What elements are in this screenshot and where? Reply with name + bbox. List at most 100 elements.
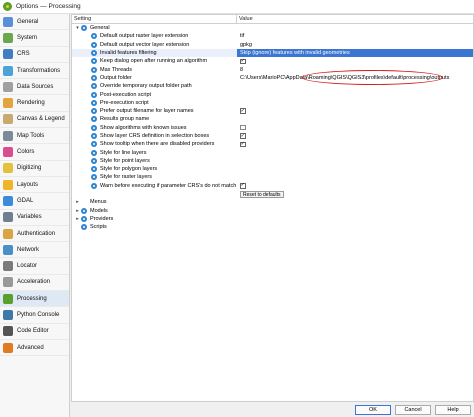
value-checkbox[interactable]: ✓: [240, 142, 246, 148]
sidebar-item-label: System: [17, 34, 38, 41]
setting-value[interactable]: C:\Users\MarioPC\AppData\Roaming\QGIS\QG…: [240, 75, 449, 81]
value-cell[interactable]: [237, 173, 473, 181]
expand-arrow-icon[interactable]: ▾: [75, 25, 80, 31]
setting-row[interactable]: Style for point layers: [72, 157, 473, 165]
setting-row[interactable]: ▸ Menus: [72, 198, 473, 206]
value-checkbox[interactable]: ✓: [240, 108, 246, 114]
value-cell[interactable]: Skip (ignore) features with invalid geom…: [237, 48, 473, 58]
setting-row[interactable]: Warn before executing if parameter CRS's…: [72, 182, 473, 190]
cancel-button[interactable]: Cancel: [395, 404, 431, 415]
setting-value[interactable]: gpkg: [240, 42, 252, 48]
value-cell[interactable]: [237, 165, 473, 173]
setting-label: Pre-execution script: [100, 99, 149, 106]
sidebar-item-gdal[interactable]: GDAL: [0, 193, 69, 210]
sidebar-item-data-sources[interactable]: Data Sources: [0, 79, 69, 96]
canvas-legend-icon: [3, 114, 13, 125]
value-cell[interactable]: [237, 223, 473, 231]
value-cell[interactable]: gpkg: [237, 41, 473, 49]
value-checkbox[interactable]: ✓: [240, 133, 246, 139]
setting-row[interactable]: Style for line layers: [72, 148, 473, 156]
value-cell[interactable]: [237, 207, 473, 215]
setting-cell: Default output raster layer extension: [72, 32, 237, 40]
value-cell[interactable]: tif: [237, 32, 473, 40]
reset-to-defaults-button[interactable]: Reset to defaults: [240, 190, 284, 198]
sidebar-item-variables[interactable]: Variables: [0, 210, 69, 226]
value-cell[interactable]: ✓: [237, 182, 473, 190]
sidebar-item-crs[interactable]: CRS: [0, 47, 69, 63]
setting-row[interactable]: ▾ General: [72, 24, 473, 32]
expand-arrow-icon[interactable]: ▸: [75, 208, 80, 214]
setting-column-header[interactable]: Setting: [72, 15, 237, 23]
setting-cell: Results group name: [72, 115, 237, 123]
setting-row[interactable]: Default output raster layer extension tif: [72, 32, 473, 40]
value-cell[interactable]: [237, 198, 473, 206]
setting-cell: ▸ Providers: [72, 215, 237, 223]
setting-row[interactable]: Show algorithms with known issues: [72, 124, 473, 132]
sidebar-item-processing[interactable]: Processing: [0, 291, 69, 308]
setting-row[interactable]: Post-execution script: [72, 90, 473, 98]
value-cell[interactable]: 8: [237, 65, 473, 73]
setting-row[interactable]: Keep dialog open after running an algori…: [72, 57, 473, 65]
setting-row[interactable]: Pre-execution script: [72, 99, 473, 107]
setting-row[interactable]: Show tooltip when there are disabled pro…: [72, 140, 473, 148]
setting-row[interactable]: Results group name: [72, 115, 473, 123]
sidebar-item-transformations[interactable]: Transformations: [0, 63, 69, 80]
value-cell[interactable]: C:\Users\MarioPC\AppData\Roaming\QGIS\QG…: [237, 74, 473, 82]
setting-row[interactable]: Output folder C:\Users\MarioPC\AppData\Ro…: [72, 74, 473, 82]
value-cell[interactable]: [237, 24, 473, 32]
ok-button[interactable]: OK: [355, 404, 391, 415]
expand-arrow-icon[interactable]: ▸: [75, 199, 80, 205]
setting-value[interactable]: Skip (ignore) features with invalid geom…: [240, 50, 350, 56]
sidebar-item-canvas-legend[interactable]: Canvas & Legend: [0, 112, 69, 129]
sidebar-item-system[interactable]: System: [0, 30, 69, 47]
sidebar-item-authentication[interactable]: Authentication: [0, 226, 69, 243]
setting-row[interactable]: Prefer output filename for layer names ✓: [72, 107, 473, 115]
sidebar-item-advanced[interactable]: Advanced: [0, 340, 69, 357]
sidebar-item-layouts[interactable]: Layouts: [0, 177, 69, 194]
setting-row[interactable]: Show layer CRS definition in selection b…: [72, 132, 473, 140]
setting-label: Default output vector layer extension: [100, 41, 190, 48]
sidebar-item-python-console[interactable]: Python Console: [0, 307, 69, 324]
value-column-header[interactable]: Value: [237, 15, 473, 23]
value-cell[interactable]: [237, 124, 473, 132]
setting-row[interactable]: Override temporary output folder path: [72, 82, 473, 90]
value-checkbox[interactable]: [240, 124, 246, 131]
value-cell[interactable]: [237, 157, 473, 165]
setting-row[interactable]: Style for polygon layers: [72, 165, 473, 173]
value-checkbox[interactable]: ✓: [240, 183, 246, 189]
sidebar-item-map-tools[interactable]: Map Tools: [0, 128, 69, 145]
setting-value[interactable]: tif: [240, 33, 244, 39]
value-cell[interactable]: ✓: [237, 132, 473, 140]
setting-row[interactable]: Style for raster layers: [72, 173, 473, 181]
setting-row[interactable]: Invalid features filtering Skip (ignore) …: [72, 48, 473, 58]
expand-arrow-icon[interactable]: ▸: [75, 216, 80, 222]
value-cell[interactable]: ✓: [237, 107, 473, 115]
sidebar-item-code-editor[interactable]: Code Editor: [0, 324, 69, 340]
setting-value[interactable]: 8: [240, 67, 243, 73]
value-cell[interactable]: [237, 215, 473, 223]
value-cell[interactable]: [237, 99, 473, 107]
sidebar-item-digitizing[interactable]: Digitizing: [0, 161, 69, 177]
value-cell[interactable]: [237, 82, 473, 90]
sidebar-item-colors[interactable]: Colors: [0, 144, 69, 161]
setting-row[interactable]: ▸ Providers: [72, 215, 473, 223]
setting-row[interactable]: ▸ Models: [72, 207, 473, 215]
processing-gear-icon: [91, 166, 97, 173]
sidebar-item-label: Transformations: [17, 67, 61, 74]
setting-row[interactable]: Scripts: [72, 223, 473, 231]
value-cell[interactable]: [237, 148, 473, 156]
value-cell[interactable]: [237, 90, 473, 98]
variables-icon: [3, 212, 13, 223]
sidebar-item-general[interactable]: General: [0, 14, 69, 31]
value-cell[interactable]: ✓: [237, 57, 473, 65]
sidebar-item-locator[interactable]: Locator: [0, 258, 69, 275]
help-button[interactable]: Help: [435, 404, 471, 415]
sidebar-item-network[interactable]: Network: [0, 242, 69, 259]
setting-row[interactable]: Max Threads 8: [72, 65, 473, 73]
setting-row[interactable]: Default output vector layer extension gpk…: [72, 41, 473, 49]
sidebar-item-acceleration[interactable]: Acceleration: [0, 275, 69, 292]
value-checkbox[interactable]: ✓: [240, 59, 246, 65]
sidebar-item-rendering[interactable]: Rendering: [0, 95, 69, 112]
value-cell[interactable]: ✓: [237, 140, 473, 148]
value-cell[interactable]: [237, 115, 473, 123]
